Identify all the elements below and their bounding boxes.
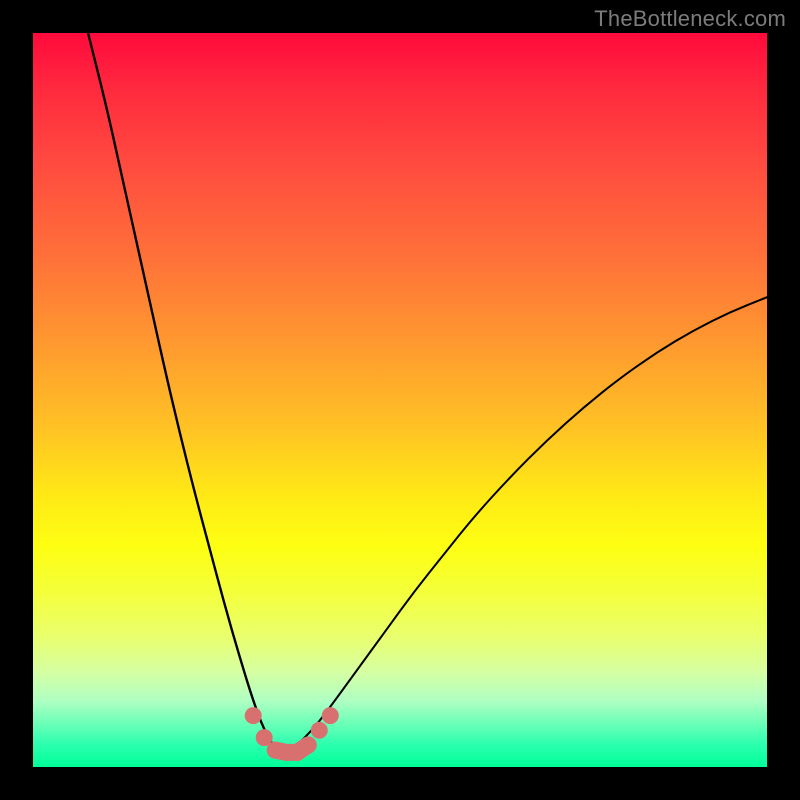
- trough-dot: [311, 722, 328, 739]
- watermark-text: TheBottleneck.com: [594, 6, 786, 32]
- trough-marker-group: [245, 707, 339, 761]
- trough-dot: [300, 736, 317, 753]
- chart-frame: TheBottleneck.com: [0, 0, 800, 800]
- trough-dot: [245, 707, 262, 724]
- chart-overlay-svg: [33, 33, 767, 767]
- left-curve-path: [88, 33, 275, 749]
- trough-dot: [322, 707, 339, 724]
- right-curve-path: [297, 297, 767, 745]
